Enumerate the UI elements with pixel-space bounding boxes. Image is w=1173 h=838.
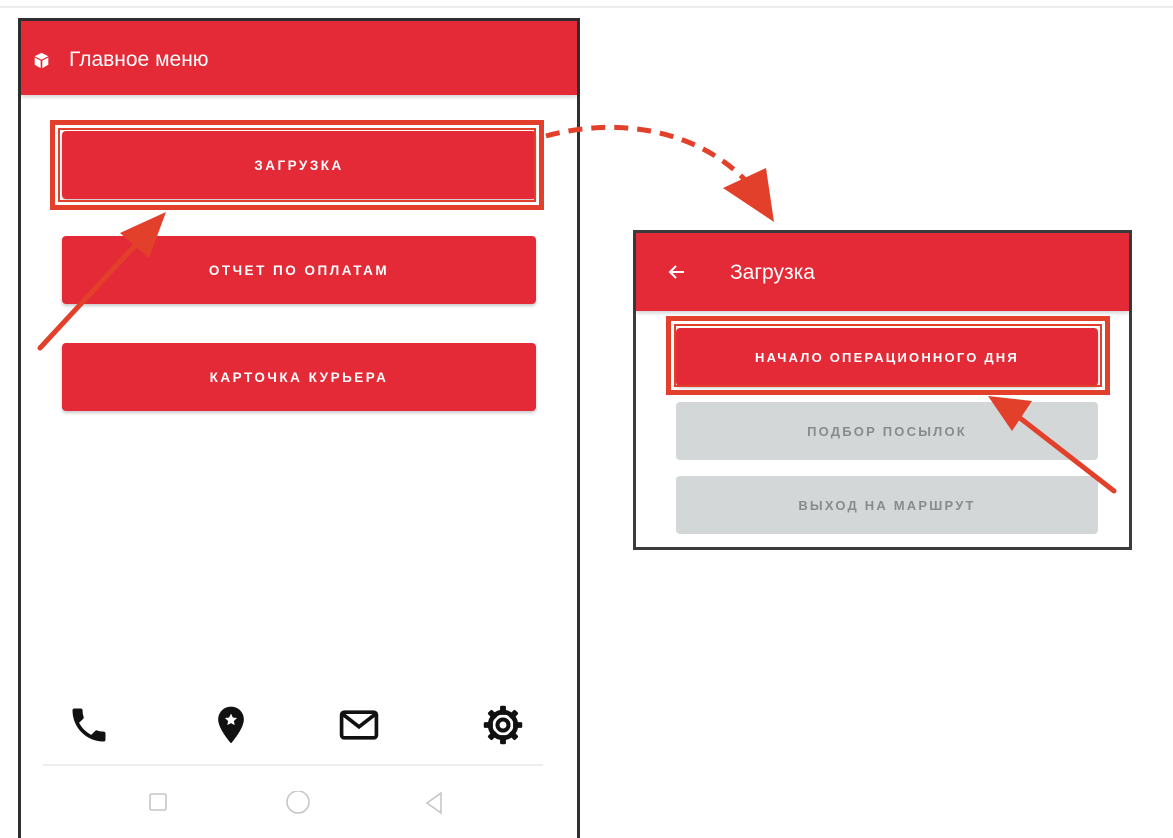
dashed-connector-arrow bbox=[545, 124, 752, 187]
pointer-arrow-right bbox=[1017, 415, 1117, 494]
pointer-arrow-right-head bbox=[988, 396, 1032, 431]
annotation-overlay bbox=[37, 124, 1117, 494]
dashed-arrow-head bbox=[723, 168, 774, 222]
pointer-arrow-left bbox=[37, 237, 143, 351]
